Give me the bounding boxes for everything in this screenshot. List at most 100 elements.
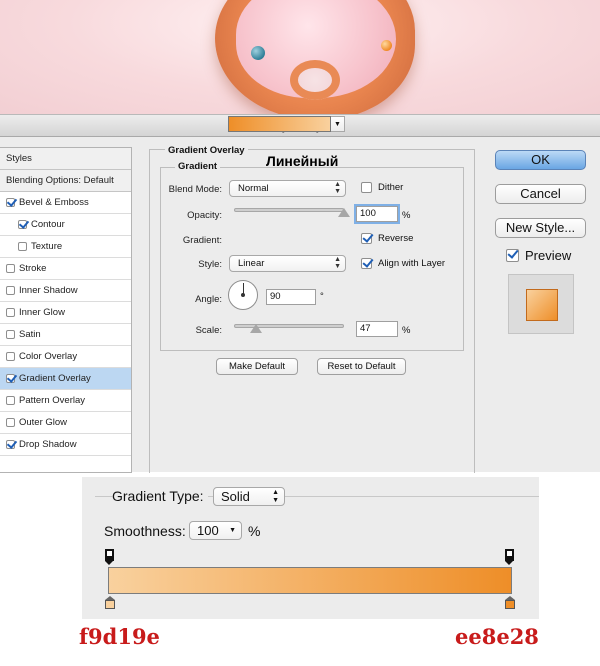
color-stop-left-icon[interactable] xyxy=(105,596,115,609)
ok-button[interactable]: OK xyxy=(495,150,586,170)
style-select[interactable]: Linear ▲ ▼ xyxy=(229,255,346,272)
annotation-text: Линейный xyxy=(266,153,339,169)
smoothness-label: Smoothness: xyxy=(104,523,186,539)
style-list-item[interactable]: Outer Glow xyxy=(0,412,131,434)
reset-to-default-button[interactable]: Reset to Default xyxy=(317,358,406,375)
align-with-layer-checkbox[interactable]: Align with Layer xyxy=(361,258,445,269)
opacity-label: Opacity: xyxy=(187,210,222,221)
checkbox-icon[interactable] xyxy=(6,198,15,207)
scale-slider-thumb[interactable] xyxy=(250,324,262,333)
style-list-label: Drop Shadow xyxy=(19,438,77,450)
angle-label: Angle: xyxy=(195,294,222,305)
style-label: Style: xyxy=(198,259,222,270)
style-value: Linear xyxy=(238,258,265,269)
opacity-stop-right-icon[interactable] xyxy=(505,549,514,565)
opacity-unit: % xyxy=(402,210,411,221)
checkbox-icon[interactable] xyxy=(6,352,15,361)
smoothness-value: 100 xyxy=(197,523,219,538)
checkbox-icon[interactable] xyxy=(6,374,15,383)
gradient-bar[interactable] xyxy=(108,567,512,594)
style-list-label: Outer Glow xyxy=(19,416,68,428)
style-list-item[interactable]: Color Overlay xyxy=(0,346,131,368)
hex-label-right: ee8e28 xyxy=(455,624,539,649)
checkbox-icon[interactable] xyxy=(18,220,27,229)
style-list-label: Stroke xyxy=(19,262,47,274)
style-preview-box xyxy=(508,274,574,334)
new-style-button[interactable]: New Style... xyxy=(495,218,586,238)
style-list-label: Color Overlay xyxy=(19,350,78,362)
gradient-type-value: Solid xyxy=(221,489,250,504)
checkbox-icon[interactable] xyxy=(6,286,15,295)
checkbox-icon xyxy=(361,258,372,269)
opacity-slider-track[interactable] xyxy=(234,208,344,212)
section-title: Gradient Overlay xyxy=(165,145,248,156)
angle-input[interactable]: 90 xyxy=(266,289,316,305)
reverse-checkbox[interactable]: Reverse xyxy=(361,233,413,244)
group-title: Gradient xyxy=(175,161,221,172)
dither-label: Dither xyxy=(378,182,404,193)
style-list-label: Inner Glow xyxy=(19,306,65,318)
stop-swatch xyxy=(105,600,115,609)
checkbox-icon[interactable] xyxy=(6,330,15,339)
smoothness-select[interactable]: 100 ▼ xyxy=(189,521,242,540)
style-list-item[interactable]: Satin xyxy=(0,324,131,346)
style-list-item[interactable]: Drop Shadow xyxy=(0,434,131,456)
dither-checkbox[interactable]: Dither xyxy=(361,182,403,193)
chevron-down-icon: ▼ xyxy=(229,527,236,534)
style-list-label: Bevel & Emboss xyxy=(19,196,89,208)
checkbox-icon xyxy=(506,249,519,262)
checkbox-icon[interactable] xyxy=(6,396,15,405)
gradient-dropdown-icon[interactable]: ▼ xyxy=(331,116,345,132)
gradient-swatch[interactable] xyxy=(228,116,331,132)
style-list-label: Gradient Overlay xyxy=(19,372,91,384)
style-list-item[interactable]: Pattern Overlay xyxy=(0,390,131,412)
blend-mode-value: Normal xyxy=(238,183,269,194)
make-default-button[interactable]: Make Default xyxy=(216,358,298,375)
align-label: Align with Layer xyxy=(378,258,446,269)
style-list-item[interactable]: Styles xyxy=(0,148,131,170)
style-list-item[interactable]: Texture xyxy=(0,236,131,258)
style-list-item[interactable]: Inner Glow xyxy=(0,302,131,324)
cookie-hole xyxy=(290,60,340,100)
style-list-label: Satin xyxy=(19,328,41,340)
scale-unit: % xyxy=(402,325,411,336)
angle-unit: ° xyxy=(320,291,324,302)
stop-swatch xyxy=(505,600,515,609)
style-list-item[interactable]: Contour xyxy=(0,214,131,236)
artwork-preview xyxy=(0,0,600,114)
select-arrows-icon: ▲ ▼ xyxy=(334,256,341,270)
checkbox-icon xyxy=(361,182,372,193)
style-list-item[interactable]: Gradient Overlay xyxy=(0,368,131,390)
preview-label: Preview xyxy=(525,248,572,263)
blend-mode-select[interactable]: Normal ▲ ▼ xyxy=(229,180,346,197)
style-list-label: Inner Shadow xyxy=(19,284,78,296)
style-preview-swatch xyxy=(526,289,558,321)
cancel-button[interactable]: Cancel xyxy=(495,184,586,204)
opacity-input[interactable]: 100 xyxy=(356,206,398,222)
opacity-stop-left-icon[interactable] xyxy=(105,549,114,565)
style-list-label: Texture xyxy=(31,240,63,252)
checkbox-icon[interactable] xyxy=(6,308,15,317)
style-list-item[interactable]: Inner Shadow xyxy=(0,280,131,302)
opacity-slider-thumb[interactable] xyxy=(338,208,350,217)
style-list-label: Pattern Overlay xyxy=(19,394,85,406)
checkbox-icon[interactable] xyxy=(6,418,15,427)
checkbox-icon[interactable] xyxy=(18,242,27,251)
scale-label: Scale: xyxy=(195,325,222,336)
gradient-type-label: Gradient Type: xyxy=(112,488,208,504)
reverse-label: Reverse xyxy=(378,233,414,244)
select-arrows-icon: ▲ ▼ xyxy=(272,489,279,504)
style-list-item[interactable]: Bevel & Emboss xyxy=(0,192,131,214)
color-stop-right-icon[interactable] xyxy=(505,596,515,609)
checkbox-icon xyxy=(361,233,372,244)
checkbox-icon[interactable] xyxy=(6,264,15,273)
preview-checkbox[interactable]: Preview xyxy=(506,248,571,263)
checkbox-icon[interactable] xyxy=(6,440,15,449)
style-list-item[interactable]: Blending Options: Default xyxy=(0,170,131,192)
style-list-label: Blending Options: Default xyxy=(6,174,114,186)
scale-input[interactable]: 47 xyxy=(356,321,398,337)
angle-dial-icon[interactable] xyxy=(228,280,258,310)
style-list-item[interactable]: Stroke xyxy=(0,258,131,280)
gradient-type-select[interactable]: Solid ▲ ▼ xyxy=(213,487,285,506)
style-list-label: Contour xyxy=(31,218,65,230)
